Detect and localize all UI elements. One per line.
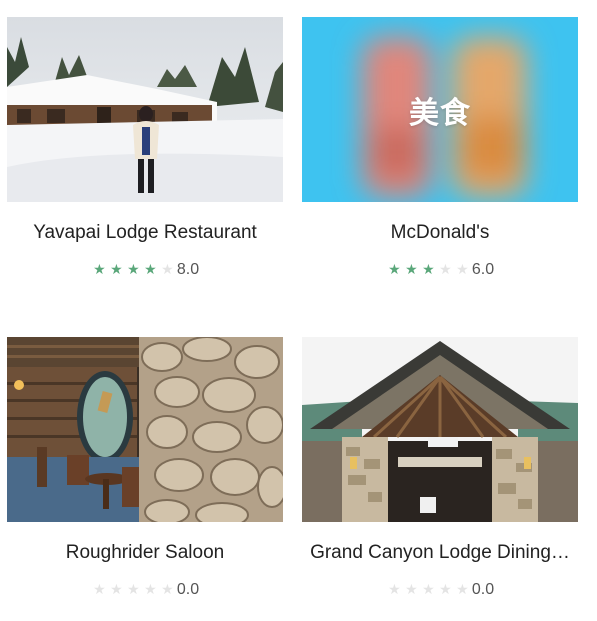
star-icon: ★ [161,582,174,598]
star-icon: ★ [110,582,123,598]
star-icon: ★ [439,262,452,278]
star-rating: ★ ★ ★ ★ ★ [386,580,471,600]
star-icon: ★ [388,582,401,598]
star-icon: ★ [422,582,435,598]
restaurant-photo[interactable]: 美食 [302,17,578,202]
rating: ★ ★ ★ ★ ★ 0.0 [7,580,283,600]
star-icon: ★ [405,262,418,278]
restaurant-photo[interactable] [7,337,283,522]
star-icon: ★ [405,582,418,598]
rating-score: 0.0 [471,581,495,598]
star-icon: ★ [127,582,140,598]
restaurant-name[interactable]: McDonald's [302,222,578,246]
star-icon: ★ [456,262,469,278]
restaurant-photo[interactable] [7,17,283,202]
restaurant-photo[interactable] [302,337,578,522]
star-rating: ★ ★ ★ ★ ★ [91,260,176,280]
star-icon: ★ [388,262,401,278]
star-icon: ★ [422,262,435,278]
food-placeholder-label: 美食 [409,95,471,131]
rating: ★ ★ ★ ★ ★ 6.0 [302,260,578,280]
restaurant-name[interactable]: Grand Canyon Lodge Dining… [302,542,578,566]
restaurant-card[interactable]: 美食 McDonald's ★ ★ ★ ★ ★ 6.0 [302,17,578,280]
rating-score: 6.0 [471,261,495,278]
restaurant-name[interactable]: Yavapai Lodge Restaurant [7,222,283,246]
rating: ★ ★ ★ ★ ★ 0.0 [302,580,578,600]
star-rating: ★ ★ ★ ★ ★ [91,580,176,600]
star-rating: ★ ★ ★ ★ ★ [386,260,471,280]
restaurant-card[interactable]: Yavapai Lodge Restaurant ★ ★ ★ ★ ★ 8.0 [7,17,283,280]
restaurant-card[interactable]: Roughrider Saloon ★ ★ ★ ★ ★ 0.0 [7,337,283,600]
restaurant-name[interactable]: Roughrider Saloon [7,542,283,566]
star-icon: ★ [110,262,123,278]
star-icon: ★ [144,262,157,278]
rating-score: 8.0 [176,261,200,278]
star-icon: ★ [161,262,174,278]
restaurant-card[interactable]: Grand Canyon Lodge Dining… ★ ★ ★ ★ ★ 0.0 [302,337,578,600]
rating: ★ ★ ★ ★ ★ 8.0 [7,260,283,280]
star-icon: ★ [93,262,106,278]
star-icon: ★ [439,582,452,598]
star-icon: ★ [93,582,106,598]
star-icon: ★ [144,582,157,598]
star-icon: ★ [127,262,140,278]
rating-score: 0.0 [176,581,200,598]
star-icon: ★ [456,582,469,598]
